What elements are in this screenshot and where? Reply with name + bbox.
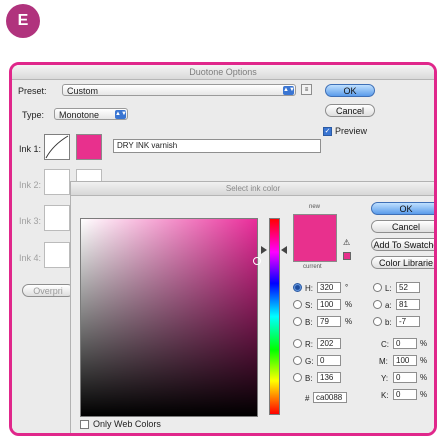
lab-l-label: L:: [385, 284, 392, 293]
select-ink-color-dialog: Select ink color new current ⚠ OK Cancel…: [70, 181, 434, 433]
ink2-curve[interactable]: [44, 169, 70, 195]
preset-select[interactable]: Custom ▲▼: [62, 84, 296, 96]
blue-radio[interactable]: [293, 373, 302, 382]
only-web-colors-label: Only Web Colors: [93, 419, 161, 429]
new-color-swatch: [294, 215, 336, 261]
lab-b-input[interactable]: -7: [396, 316, 420, 327]
preview-label: Preview: [335, 126, 368, 136]
only-web-colors-checkbox[interactable]: [80, 420, 89, 429]
out-of-gamut-warning-icon[interactable]: ⚠: [343, 238, 350, 247]
screenshot-frame: Duotone Options Preset: Custom ▲▼ ≡ Type…: [9, 62, 437, 436]
green-label: G:: [305, 357, 314, 366]
select-arrows-icon: ▲▼: [115, 110, 127, 119]
saturation-input[interactable]: 100: [317, 299, 341, 310]
red-input[interactable]: 202: [317, 338, 341, 349]
saturation-unit: %: [345, 300, 353, 309]
duotone-cancel-button[interactable]: Cancel: [325, 104, 375, 117]
ink4-curve[interactable]: [44, 242, 70, 268]
lab-l-radio[interactable]: [373, 283, 382, 292]
brightness-input[interactable]: 79: [317, 316, 341, 327]
select-arrows-icon: ▲▼: [283, 86, 295, 95]
step-badge: E: [6, 4, 40, 38]
overprint-colors-button[interactable]: Overpri: [22, 284, 74, 297]
lab-a-label: a:: [385, 301, 392, 310]
new-color-label: new: [309, 204, 321, 210]
yellow-label: Y:: [381, 374, 389, 383]
hue-unit: °: [345, 283, 349, 292]
brightness-label: B:: [305, 318, 313, 327]
magenta-input[interactable]: 100: [393, 355, 417, 366]
color-field[interactable]: [80, 218, 261, 417]
yellow-unit: %: [420, 373, 428, 382]
green-radio[interactable]: [293, 356, 302, 365]
ink-ok-button[interactable]: OK: [371, 202, 434, 215]
cyan-label: C:: [381, 340, 389, 349]
ink3-curve[interactable]: [44, 205, 70, 231]
ink4-label: Ink 4:: [19, 253, 42, 263]
color-libraries-button[interactable]: Color Librarie: [371, 256, 434, 269]
ink1-curve-line: [45, 135, 69, 159]
lab-b-radio[interactable]: [373, 317, 382, 326]
lab-l-input[interactable]: 52: [396, 282, 420, 293]
hue-label: H:: [305, 284, 313, 293]
preset-options-icon[interactable]: ≡: [301, 84, 312, 95]
ink-dialog-title: Select ink color: [71, 182, 434, 196]
ink2-label: Ink 2:: [19, 180, 42, 190]
ink1-curve[interactable]: [44, 134, 70, 160]
color-preview: [293, 214, 337, 262]
lab-b-label: b:: [385, 318, 392, 327]
red-radio[interactable]: [293, 339, 302, 348]
ink-cancel-button[interactable]: Cancel: [371, 220, 434, 233]
black-input[interactable]: 0: [393, 389, 417, 400]
black-unit: %: [420, 390, 428, 399]
hue-radio[interactable]: [293, 283, 302, 292]
hex-input[interactable]: ca0088: [313, 392, 347, 403]
hue-slider-left-arrow-icon[interactable]: [261, 246, 267, 254]
hue-slider-right-arrow-icon[interactable]: [281, 246, 287, 254]
duotone-ok-button[interactable]: OK: [325, 84, 375, 97]
magenta-unit: %: [420, 356, 428, 365]
magenta-label: M:: [379, 357, 388, 366]
type-select[interactable]: Monotone ▲▼: [54, 108, 128, 120]
lab-a-radio[interactable]: [373, 300, 382, 309]
green-input[interactable]: 0: [317, 355, 341, 366]
preset-label: Preset:: [18, 86, 47, 96]
type-value: Monotone: [59, 110, 100, 120]
preset-value: Custom: [67, 86, 99, 96]
hue-slider[interactable]: [269, 218, 280, 415]
red-label: R:: [305, 340, 313, 349]
lab-a-input[interactable]: 81: [396, 299, 420, 310]
saturation-radio[interactable]: [293, 300, 302, 309]
ink3-label: Ink 3:: [19, 216, 42, 226]
saturation-label: S:: [305, 301, 313, 310]
brightness-radio[interactable]: [293, 317, 302, 326]
cyan-unit: %: [420, 339, 428, 348]
brightness-unit: %: [345, 317, 353, 326]
ink1-name-field[interactable]: DRY INK varnish: [113, 139, 321, 153]
hex-label: #: [305, 394, 310, 403]
yellow-input[interactable]: 0: [393, 372, 417, 383]
blue-input[interactable]: 136: [317, 372, 341, 383]
current-color-label: current: [303, 264, 322, 270]
cyan-input[interactable]: 0: [393, 338, 417, 349]
blue-label: B:: [305, 374, 313, 383]
ink1-label: Ink 1:: [19, 144, 42, 154]
duotone-window-title: Duotone Options: [12, 65, 434, 80]
ink1-color-swatch[interactable]: [76, 134, 102, 160]
color-picker-marker[interactable]: [253, 257, 261, 265]
gamut-color-swatch[interactable]: [343, 252, 351, 260]
add-to-swatches-button[interactable]: Add To Swatche: [371, 238, 434, 251]
duotone-options-window: Duotone Options Preset: Custom ▲▼ ≡ Type…: [12, 65, 434, 433]
black-label: K:: [381, 391, 389, 400]
type-label: Type:: [22, 110, 45, 120]
preview-checkbox[interactable]: ✓: [323, 127, 332, 136]
hue-input[interactable]: 320: [317, 282, 341, 293]
